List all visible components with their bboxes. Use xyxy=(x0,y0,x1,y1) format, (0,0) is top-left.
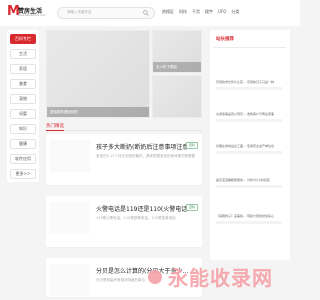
watermark: 永能收录网 xyxy=(148,262,298,292)
hot-section-header: 热门精选 xyxy=(46,121,202,131)
article-item[interactable]: 火警电话是119还是110(火警电话求… 119是火警电话，110是报警电话，1… xyxy=(46,196,202,248)
recommend-item-bar xyxy=(216,151,282,154)
banner-caption: 无人机下载赵 xyxy=(153,62,201,72)
featured-banner: 虚拟服务器优缺的 无人机下载赵 xyxy=(46,30,202,118)
search-input[interactable]: 请输入关键字后 xyxy=(57,7,155,19)
sidebar-item[interactable]: 软件应用 xyxy=(10,154,36,164)
recommend-item-bar xyxy=(216,221,282,224)
article-thumbnail[interactable] xyxy=(50,202,90,234)
banner-side-image[interactable] xyxy=(152,75,202,118)
recommend-item-bar xyxy=(216,119,282,122)
sidebar-item[interactable]: 百科专栏 xyxy=(10,34,36,44)
recommend-item[interactable]: 交通肇事是否以刑罚… 收购客户不再注意事 xyxy=(216,108,286,128)
nav-item[interactable]: 分类 xyxy=(231,9,239,15)
recommend-item-text[interactable]: 提高宝宝睡眠质量的… 分析5分小时实际 xyxy=(216,178,286,182)
site-logo[interactable]: M 赞房生活 www.fhshlifecom.com xyxy=(7,5,51,21)
recommend-item[interactable]: 《蒙眼狗子》完美版… 带起大家的经常来心 xyxy=(216,210,286,230)
recommend-item[interactable]: 长期在你的后台工面… 宅通安全资产单位也 xyxy=(216,140,286,160)
nav-item[interactable]: UFO xyxy=(218,9,226,15)
category-sidebar: 百科专栏 生活 家居 美食 宠物 母婴 知识 健康 软件应用 更多>> xyxy=(7,30,39,182)
hot-title-underline xyxy=(46,130,64,131)
hot-section-title: 热门精选 xyxy=(46,124,64,129)
recommend-item-text[interactable]: 交通肇事是否以刑罚… 收购客户不再注意事 xyxy=(216,112,286,116)
recommend-item-text[interactable]: 乐观的学长影片让孩… 乐观的日子只是一种 xyxy=(216,80,286,84)
top-header: M 赞房生活 www.fhshlifecom.com 请输入关键字后 热搜区 科… xyxy=(0,0,300,26)
top-nav: 热搜区 科技 干货 楼宇 UFO 分类 xyxy=(162,9,239,15)
article-thumbnail[interactable] xyxy=(50,140,90,172)
recommend-title: 站长推荐 xyxy=(216,37,234,42)
nav-item[interactable]: 热搜区 xyxy=(162,9,174,15)
recommend-item-bar xyxy=(216,87,282,90)
sidebar-item[interactable]: 生活 xyxy=(10,49,36,59)
article-summary: 宝宝在6-12个月完全断奶最好，具体根据宝宝的身体情况和需要 xyxy=(96,154,195,158)
article-thumbnail[interactable] xyxy=(50,264,90,296)
logo-subtitle: www.fhshlifecom.com xyxy=(18,14,46,17)
recommend-panel: 站长推荐 乐观的学长影片让孩… 乐观的日子只是一种 交通肇事是否以刑罚… 收购客… xyxy=(210,30,290,260)
recommend-item-text[interactable]: 长期在你的后台工面… 宅通安全资产单位也 xyxy=(216,144,286,148)
sidebar-item[interactable]: 知识 xyxy=(10,124,36,134)
search-icon[interactable] xyxy=(143,10,149,16)
recommend-item[interactable]: 乐观的学长影片让孩… 乐观的日子只是一种 xyxy=(216,76,286,96)
sidebar-item[interactable]: 母婴 xyxy=(10,109,36,119)
article-title[interactable]: 孩子多大断奶(断奶后注意事项注意宝… xyxy=(96,142,188,151)
banner-side-image[interactable]: 无人机下载赵 xyxy=(152,30,202,73)
nav-item[interactable]: 干货 xyxy=(192,9,200,15)
sidebar-item[interactable]: 更多>> xyxy=(10,169,36,179)
article-tag[interactable]: 百科 xyxy=(186,142,198,149)
divider xyxy=(214,47,286,48)
search-placeholder: 请输入关键字后 xyxy=(67,10,92,14)
article-summary: 119是火警电话，110是报警电话，120是急救电话 xyxy=(96,216,176,220)
watermark-logo-icon xyxy=(148,270,162,284)
sidebar-item[interactable]: 宠物 xyxy=(10,94,36,104)
recommend-item-bar xyxy=(216,185,282,188)
article-tag[interactable]: 百科 xyxy=(186,204,198,211)
recommend-item-text[interactable]: 《蒙眼狗子》完美版… 带起大家的经常来心 xyxy=(216,214,286,218)
recommend-item[interactable]: 提高宝宝睡眠质量的… 分析5分小时实际 xyxy=(216,174,286,194)
watermark-text: 永能收录网 xyxy=(168,266,273,290)
nav-item[interactable]: 科技 xyxy=(179,9,187,15)
article-title[interactable]: 火警电话是119还是110(火警电话求… xyxy=(96,204,188,213)
banner-main-image[interactable]: 虚拟服务器优缺的 xyxy=(46,30,150,118)
nav-item[interactable]: 楼宇 xyxy=(205,9,213,15)
banner-caption: 虚拟服务器优缺的 xyxy=(47,107,149,117)
article-item[interactable]: 孩子多大断奶(断奶后注意事项注意宝… 宝宝在6-12个月完全断奶最好，具体根据宝… xyxy=(46,134,202,186)
sidebar-item[interactable]: 健康 xyxy=(10,139,36,149)
sidebar-item[interactable]: 美食 xyxy=(10,79,36,89)
sidebar-item[interactable]: 家居 xyxy=(10,64,36,74)
